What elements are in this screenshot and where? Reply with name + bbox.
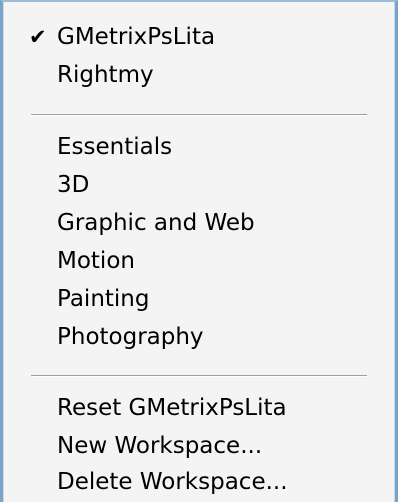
- menu-separator: [31, 375, 367, 377]
- menu-item-painting[interactable]: Painting: [3, 280, 395, 318]
- menu-item-label: Reset GMetrixPsLita: [57, 395, 287, 421]
- menu-item-label: Motion: [57, 248, 135, 274]
- menu-item-label: 3D: [57, 172, 90, 198]
- menu-item-label: New Workspace...: [57, 433, 263, 459]
- menu-item-3d[interactable]: 3D: [3, 166, 395, 204]
- menu-item-photography[interactable]: Photography: [3, 318, 395, 356]
- menu-item-delete-workspace[interactable]: Delete Workspace...: [3, 463, 395, 501]
- menu-item-motion[interactable]: Motion: [3, 242, 395, 280]
- menu-item-rightmy[interactable]: Rightmy: [3, 56, 395, 94]
- menu-item-reset-workspace[interactable]: Reset GMetrixPsLita: [3, 389, 395, 427]
- menu-item-graphic-and-web[interactable]: Graphic and Web: [3, 204, 395, 242]
- menu-item-essentials[interactable]: Essentials: [3, 128, 395, 166]
- menu-item-label: GMetrixPsLita: [57, 24, 216, 50]
- menu-item-label: Rightmy: [57, 62, 154, 88]
- menu-item-gmetrixpslita[interactable]: ✔ GMetrixPsLita: [3, 18, 395, 56]
- menu-separator: [31, 114, 367, 116]
- menu-item-label: Delete Workspace...: [57, 469, 288, 495]
- menu-item-label: Photography: [57, 324, 204, 350]
- checkmark-icon: ✔: [29, 25, 47, 49]
- menu-item-label: Painting: [57, 286, 150, 312]
- menu-item-new-workspace[interactable]: New Workspace...: [3, 427, 395, 465]
- menu-item-label: Graphic and Web: [57, 210, 255, 236]
- menu-item-label: Essentials: [57, 134, 173, 160]
- workspace-context-menu: ✔ GMetrixPsLita Rightmy Essentials 3D Gr…: [0, 0, 398, 502]
